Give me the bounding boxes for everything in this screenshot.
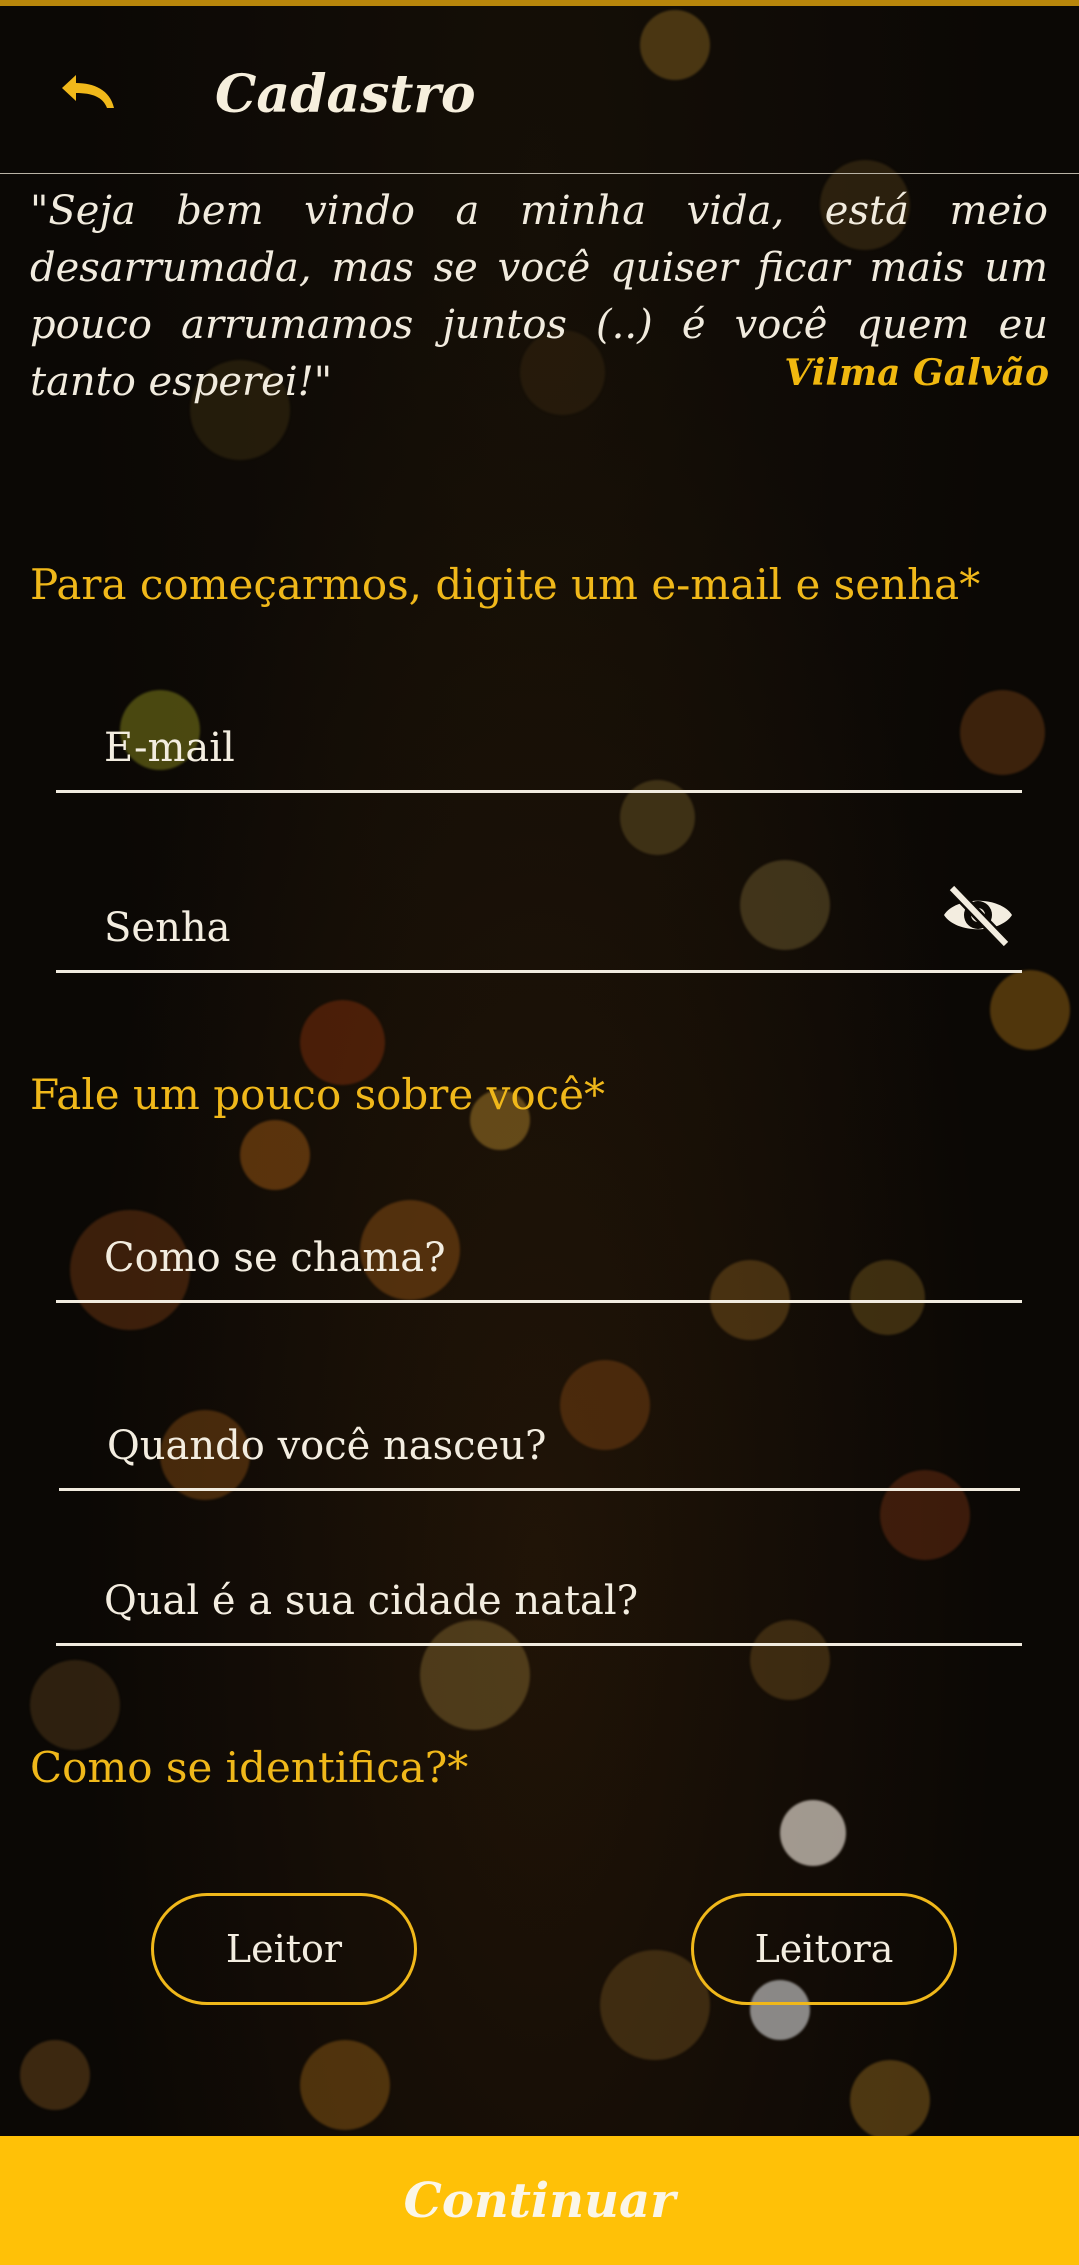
credentials-section-label: Para começarmos, digite um e-mail e senh… <box>30 560 981 609</box>
birth-date-input[interactable] <box>107 1418 927 1474</box>
name-field[interactable] <box>56 1210 1022 1303</box>
email-input[interactable] <box>104 720 924 776</box>
page-title: Cadastro <box>215 64 476 125</box>
name-input[interactable] <box>104 1230 924 1286</box>
birth-date-field[interactable] <box>59 1398 1020 1491</box>
email-field[interactable] <box>56 700 1022 793</box>
about-section-label: Fale um pouco sobre você* <box>30 1070 605 1119</box>
leitora-option-button[interactable]: Leitora <box>691 1893 957 2005</box>
hometown-field[interactable] <box>56 1553 1022 1646</box>
quote-author: Vilma Galvão <box>784 352 1049 394</box>
leitor-option-button[interactable]: Leitor <box>151 1893 417 2005</box>
hometown-input[interactable] <box>104 1573 924 1629</box>
identity-section-label: Como se identifica?* <box>30 1743 469 1792</box>
eye-off-icon[interactable] <box>940 882 1016 948</box>
password-input[interactable] <box>104 900 924 956</box>
app-header: Cadastro <box>0 6 1079 174</box>
password-field[interactable] <box>56 880 1022 973</box>
undo-arrow-icon[interactable] <box>46 66 126 126</box>
continue-button[interactable]: Continuar <box>0 2136 1079 2265</box>
